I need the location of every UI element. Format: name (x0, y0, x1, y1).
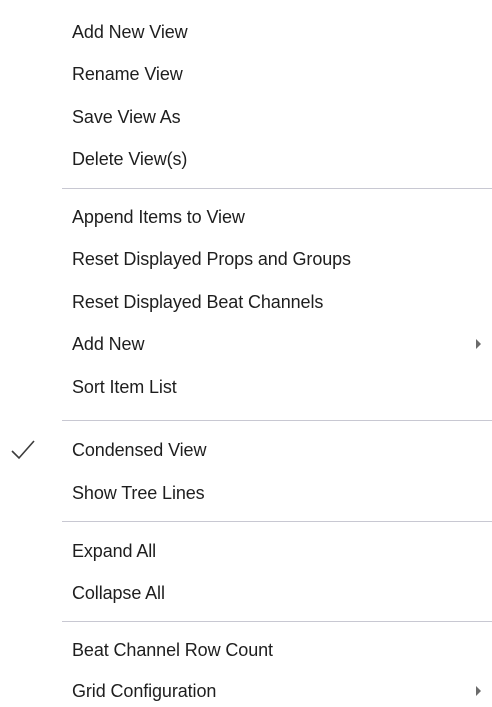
menu-item-sort-item-list[interactable]: Sort Item List (0, 369, 492, 405)
menu-item-label: Rename View (72, 63, 183, 84)
menu-separator (62, 420, 492, 421)
menu-item-add-new-view[interactable]: Add New View (0, 14, 492, 50)
menu-item-label: Append Items to View (72, 206, 245, 227)
menu-item-label: Sort Item List (72, 376, 177, 397)
menu-item-grid-configuration[interactable]: Grid Configuration (0, 673, 492, 707)
menu-item-reset-displayed-props-and-groups[interactable]: Reset Displayed Props and Groups (0, 241, 492, 277)
menu-item-condensed-view[interactable]: Condensed View (0, 432, 492, 468)
menu-item-expand-all[interactable]: Expand All (0, 533, 492, 569)
context-menu: Add New View Rename View Save View As De… (0, 0, 492, 707)
menu-separator (62, 621, 492, 622)
menu-item-label: Beat Channel Row Count (72, 639, 273, 660)
menu-item-append-items-to-view[interactable]: Append Items to View (0, 199, 492, 235)
menu-item-label: Add New (72, 333, 145, 354)
menu-item-label: Delete View(s) (72, 148, 188, 169)
menu-item-label: Grid Configuration (72, 680, 217, 701)
menu-item-label: Add New View (72, 21, 188, 42)
menu-item-label: Collapse All (72, 582, 165, 603)
menu-item-reset-displayed-beat-channels[interactable]: Reset Displayed Beat Channels (0, 284, 492, 320)
submenu-arrow-icon (476, 686, 481, 696)
menu-item-collapse-all[interactable]: Collapse All (0, 575, 492, 611)
menu-separator (62, 521, 492, 522)
menu-item-rename-view[interactable]: Rename View (0, 56, 492, 92)
menu-item-add-new[interactable]: Add New (0, 326, 492, 362)
menu-item-show-tree-lines[interactable]: Show Tree Lines (0, 475, 492, 511)
menu-item-beat-channel-row-count[interactable]: Beat Channel Row Count (0, 632, 492, 668)
menu-item-label: Reset Displayed Beat Channels (72, 291, 324, 312)
menu-separator (62, 188, 492, 189)
submenu-arrow-icon (476, 339, 481, 349)
menu-item-label: Expand All (72, 540, 157, 561)
menu-item-label: Save View As (72, 106, 181, 127)
menu-item-label: Condensed View (72, 439, 207, 460)
checkmark-icon (10, 436, 42, 464)
menu-item-save-view-as[interactable]: Save View As (0, 99, 492, 135)
menu-item-delete-views[interactable]: Delete View(s) (0, 141, 492, 177)
menu-item-label: Show Tree Lines (72, 482, 205, 503)
menu-item-label: Reset Displayed Props and Groups (72, 248, 351, 269)
